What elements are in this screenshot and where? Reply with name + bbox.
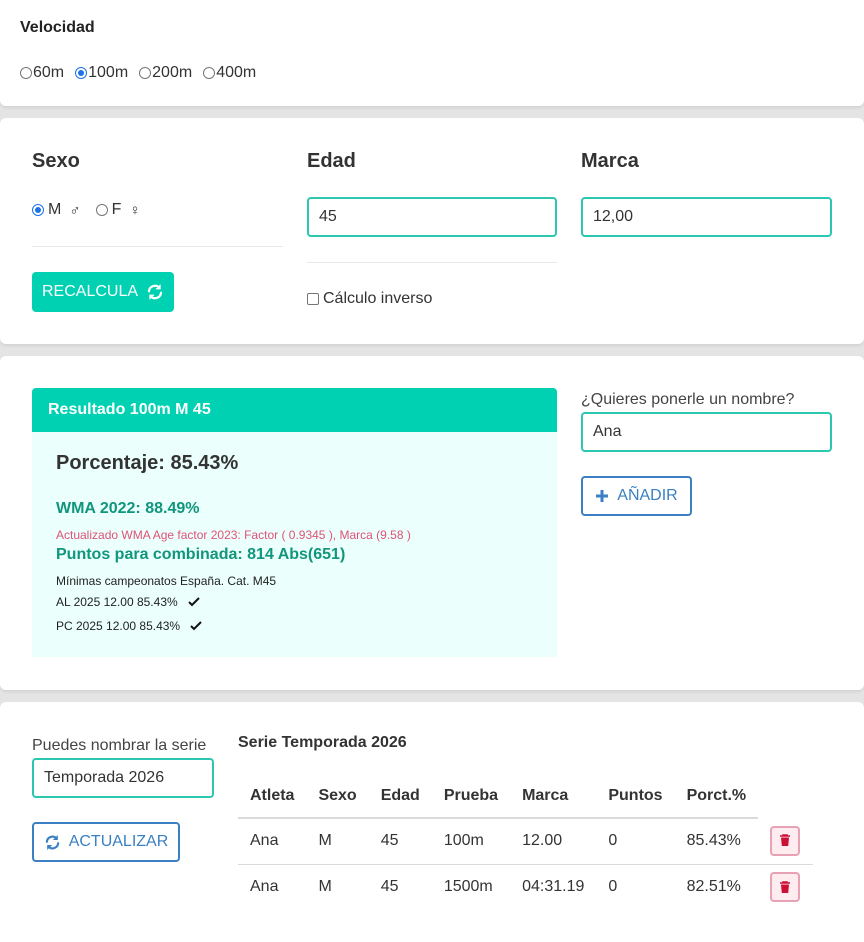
- anadir-label: AÑADIR: [617, 487, 678, 504]
- check-icon: [190, 621, 202, 631]
- radio-button[interactable]: [139, 67, 152, 79]
- nombre-input[interactable]: Ana: [581, 412, 832, 452]
- radio-label: 100m: [88, 64, 129, 81]
- table-cell: 100m: [431, 818, 511, 865]
- radio-label: F: [111, 201, 122, 218]
- sexo-options: M ♂ F ♀: [32, 201, 156, 219]
- column-header: Marca: [510, 774, 597, 819]
- serie-input[interactable]: Temporada 2026: [32, 758, 214, 798]
- calculo-inverso-checkbox[interactable]: Cálculo inverso: [307, 290, 432, 308]
- table-cell: 0: [596, 818, 675, 865]
- velocidad-card: Velocidad 60m 100m 200m 400m: [0, 0, 864, 106]
- actions-header: [758, 774, 813, 818]
- table-cell: M: [306, 818, 369, 865]
- radio-100m[interactable]: 100m: [75, 64, 128, 82]
- check-icon: [187, 597, 200, 607]
- resultado-header: Resultado 100m M 45: [32, 388, 557, 432]
- column-header: Atleta: [238, 774, 307, 819]
- delete-button[interactable]: [770, 872, 801, 903]
- column-header: Porct.%: [674, 774, 759, 819]
- edad-label: Edad: [307, 150, 356, 172]
- column-header: Puntos: [596, 774, 675, 819]
- column-header: Prueba: [431, 774, 511, 819]
- radio-sexo-f[interactable]: F ♀: [95, 201, 141, 219]
- table-cell: 0: [608, 878, 618, 896]
- radio-button[interactable]: [203, 67, 216, 79]
- minima-al-text: AL 2025 12.00 85.43%: [56, 595, 178, 609]
- radio-400m[interactable]: 400m: [203, 64, 256, 82]
- female-icon: ♀: [129, 201, 141, 219]
- radio-200m[interactable]: 200m: [139, 64, 192, 82]
- male-icon: ♂: [69, 201, 81, 219]
- radio-label: 60m: [33, 64, 65, 81]
- table-row: Ana M 45 100m 12.00 0 85.43%: [238, 818, 814, 865]
- marca-label: Marca: [581, 150, 639, 172]
- table-cell: 45: [368, 818, 432, 865]
- minima-al-row: AL 2025 12.00 85.43%: [56, 595, 200, 609]
- radio-label: 200m: [152, 64, 193, 81]
- table-header-row: Atleta Sexo Edad Prueba Marca Puntos Por…: [238, 774, 813, 819]
- minima-pc-text: PC 2025 12.00 85.43%: [56, 619, 181, 633]
- divider: [307, 262, 557, 263]
- anadir-button[interactable]: AÑADIR: [581, 476, 692, 516]
- wma-text: WMA 2022: 88.49%: [56, 500, 200, 517]
- puntos-text: Puntos para combinada: 814 Abs(651): [56, 546, 346, 563]
- column-header: Edad: [368, 774, 432, 819]
- table-cell: Ana: [250, 878, 279, 896]
- recalcula-label: RECALCULA: [41, 283, 139, 300]
- velocidad-options: 60m 100m 200m 400m: [20, 64, 267, 82]
- trash-icon: [780, 880, 791, 893]
- table-cell: 82.51%: [686, 878, 741, 896]
- table-cell: 85.43%: [674, 818, 759, 865]
- table-cell: 1500m: [443, 878, 493, 896]
- porcentaje-text: Porcentaje: 85.43%: [56, 452, 239, 474]
- radio-label: 400m: [216, 64, 257, 81]
- sexo-label: Sexo: [32, 150, 80, 172]
- nombre-label: ¿Quieres ponerle un nombre?: [581, 391, 795, 408]
- actualizado-text: Actualizado WMA Age factor 2023: Factor …: [56, 528, 411, 542]
- actualizar-button[interactable]: ACTUALIZAR: [32, 822, 180, 862]
- radio-60m[interactable]: 60m: [20, 64, 64, 82]
- radio-label: M: [48, 201, 62, 218]
- serie-label: Puedes nombrar la serie: [32, 737, 207, 754]
- edad-input[interactable]: 45: [307, 197, 557, 237]
- table-cell: 12.00: [510, 818, 597, 865]
- minima-pc-row: PC 2025 12.00 85.43%: [56, 619, 202, 633]
- marca-input[interactable]: 12,00: [581, 197, 832, 237]
- actions-cell: [758, 864, 813, 910]
- actions-cell: [758, 818, 814, 865]
- radio-sexo-m[interactable]: M ♂: [32, 201, 81, 219]
- velocidad-title: Velocidad: [20, 19, 95, 36]
- table-cell: M: [318, 878, 332, 896]
- trash-icon: [780, 834, 791, 847]
- refresh-icon: [45, 834, 59, 850]
- divider: [32, 246, 283, 247]
- serie-title: Serie Temporada 2026: [238, 734, 407, 751]
- radio-button[interactable]: [75, 67, 88, 79]
- radio-button[interactable]: [20, 67, 32, 79]
- table-row: Ana M 45 1500m 04:31.19 0 82.51%: [238, 864, 813, 910]
- serie-table: Atleta Sexo Edad Prueba Marca Puntos Por…: [238, 774, 814, 910]
- checkbox-label: Cálculo inverso: [323, 290, 433, 307]
- column-header: Sexo: [306, 774, 369, 819]
- checkbox[interactable]: [307, 293, 319, 305]
- delete-button[interactable]: [770, 825, 801, 856]
- minimas-text: Mínimas campeonatos España. Cat. M45: [56, 574, 277, 588]
- recalcula-button[interactable]: RECALCULA: [32, 272, 174, 312]
- table-cell: Ana: [238, 818, 307, 865]
- plus-icon: [596, 490, 609, 502]
- actualizar-label: ACTUALIZAR: [68, 833, 169, 850]
- radio-button[interactable]: [32, 204, 44, 216]
- table-cell: 45: [380, 878, 399, 896]
- radio-button[interactable]: [95, 204, 108, 216]
- refresh-icon: [147, 284, 163, 300]
- table-cell: 04:31.19: [522, 878, 585, 896]
